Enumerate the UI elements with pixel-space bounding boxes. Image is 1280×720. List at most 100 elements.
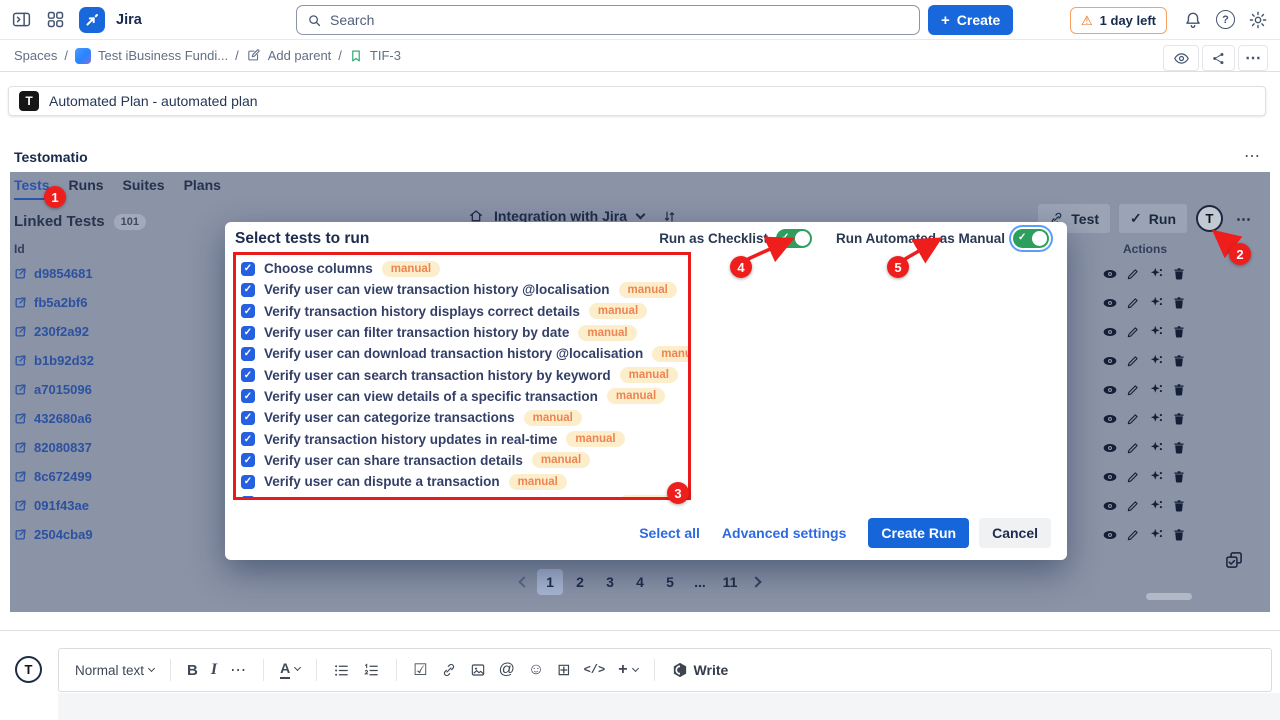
cancel-button[interactable]: Cancel — [979, 518, 1051, 548]
view-eye-icon[interactable] — [1102, 266, 1118, 282]
settings-gear-icon[interactable] — [1248, 10, 1268, 30]
ai-write-button[interactable]: Write — [671, 661, 729, 679]
delete-trash-icon[interactable] — [1172, 325, 1186, 339]
test-id-link[interactable]: b1b92d32 — [14, 353, 94, 368]
bold-button[interactable]: B — [187, 662, 198, 679]
collapse-sidebar-icon[interactable] — [11, 9, 32, 30]
checkbox-checked-icon[interactable]: ✓ — [241, 368, 255, 382]
view-eye-icon[interactable] — [1102, 469, 1118, 485]
horizontal-scrollbar-thumb[interactable] — [1146, 593, 1192, 600]
previous-page-icon[interactable] — [518, 576, 529, 587]
help-icon[interactable]: ? — [1216, 10, 1235, 29]
trial-countdown-badge[interactable]: ⚠ 1 day left — [1070, 7, 1167, 34]
page-number[interactable]: 5 — [657, 569, 683, 595]
checkbox-checked-icon[interactable]: ✓ — [241, 283, 255, 297]
page-number[interactable]: 1 — [537, 569, 563, 595]
view-eye-icon[interactable] — [1102, 440, 1118, 456]
run-automated-as-manual-toggle[interactable]: ✓ — [1013, 229, 1049, 248]
app-switcher-icon[interactable] — [45, 9, 66, 30]
bullet-list-icon[interactable] — [333, 662, 350, 679]
ai-sparkle-icon[interactable] — [1149, 353, 1164, 368]
checkbox-checked-icon[interactable]: ✓ — [241, 496, 255, 500]
test-id-link[interactable]: d9854681 — [14, 266, 93, 281]
create-run-button[interactable]: Create Run — [868, 518, 969, 548]
view-eye-icon[interactable] — [1102, 527, 1118, 543]
text-style-selector[interactable]: Normal text — [75, 663, 154, 678]
edit-pencil-icon[interactable] — [1126, 470, 1140, 484]
delete-trash-icon[interactable] — [1172, 383, 1186, 397]
search-input[interactable] — [330, 12, 909, 28]
checkbox-checked-icon[interactable]: ✓ — [241, 475, 255, 489]
checkbox-checked-icon[interactable]: ✓ — [241, 453, 255, 467]
test-id-link[interactable]: a7015096 — [14, 382, 92, 397]
run-as-checklist-toggle[interactable]: ✓ — [776, 229, 812, 248]
view-eye-icon[interactable] — [1102, 382, 1118, 398]
panel-tab[interactable]: Suites — [123, 177, 165, 200]
page-number[interactable]: 11 — [717, 569, 743, 595]
code-block-icon[interactable]: </> — [584, 663, 606, 677]
insert-link-icon[interactable] — [441, 662, 457, 678]
create-button[interactable]: + Create — [928, 5, 1013, 35]
delete-trash-icon[interactable] — [1172, 296, 1186, 310]
edit-pencil-icon[interactable] — [1126, 354, 1140, 368]
ai-sparkle-icon[interactable] — [1149, 324, 1164, 339]
edit-pencil-icon[interactable] — [1126, 441, 1140, 455]
checkbox-checked-icon[interactable]: ✓ — [241, 389, 255, 403]
task-list-icon[interactable]: ☑ — [413, 660, 427, 680]
test-id-link[interactable]: 230f2a92 — [14, 324, 89, 339]
ai-sparkle-icon[interactable] — [1149, 498, 1164, 513]
delete-trash-icon[interactable] — [1172, 441, 1186, 455]
edit-pencil-icon[interactable] — [1126, 296, 1140, 310]
test-id-link[interactable]: 091f43ae — [14, 498, 89, 513]
checkbox-checked-icon[interactable]: ✓ — [241, 262, 255, 276]
select-all-link[interactable]: Select all — [639, 525, 700, 541]
view-eye-icon[interactable] — [1102, 353, 1118, 369]
more-formatting-icon[interactable]: ⋯ — [230, 660, 247, 680]
emoji-icon[interactable]: ☺ — [528, 661, 544, 679]
edit-pencil-icon[interactable] — [1126, 528, 1140, 542]
delete-trash-icon[interactable] — [1172, 267, 1186, 281]
breadcrumb-issue-key[interactable]: TIF-3 — [370, 48, 401, 63]
edit-pencil-icon[interactable] — [1126, 267, 1140, 281]
ai-sparkle-icon[interactable] — [1149, 469, 1164, 484]
delete-trash-icon[interactable] — [1172, 412, 1186, 426]
delete-trash-icon[interactable] — [1172, 354, 1186, 368]
italic-button[interactable]: I — [211, 661, 217, 679]
insert-more-button[interactable]: + — [618, 661, 637, 679]
jira-logo-icon[interactable] — [79, 7, 105, 33]
delete-trash-icon[interactable] — [1172, 499, 1186, 513]
panel-more-icon[interactable]: ⋯ — [1232, 210, 1256, 228]
checkbox-checked-icon[interactable]: ✓ — [241, 411, 255, 425]
page-number[interactable]: 2 — [567, 569, 593, 595]
insert-image-icon[interactable] — [470, 662, 486, 678]
checkbox-checked-icon[interactable]: ✓ — [241, 326, 255, 340]
view-eye-icon[interactable] — [1102, 411, 1118, 427]
notifications-bell-icon[interactable] — [1183, 10, 1203, 30]
page-number[interactable]: ... — [687, 569, 713, 595]
checkbox-checked-icon[interactable]: ✓ — [241, 347, 255, 361]
test-id-link[interactable]: 2504cba9 — [14, 527, 93, 542]
ai-sparkle-icon[interactable] — [1149, 411, 1164, 426]
breadcrumb-space-name[interactable]: Test iBusiness Fundi... — [98, 48, 228, 63]
breadcrumb-spaces[interactable]: Spaces — [14, 48, 57, 63]
mention-icon[interactable]: @ — [499, 661, 515, 679]
ai-sparkle-icon[interactable] — [1149, 382, 1164, 397]
share-button[interactable] — [1202, 45, 1235, 71]
plan-card[interactable]: T Automated Plan - automated plan — [8, 86, 1266, 116]
edit-pencil-icon[interactable] — [1126, 383, 1140, 397]
breadcrumb-add-parent[interactable]: Add parent — [268, 48, 332, 63]
page-number[interactable]: 4 — [627, 569, 653, 595]
checkbox-checked-icon[interactable]: ✓ — [241, 304, 255, 318]
ai-sparkle-icon[interactable] — [1149, 295, 1164, 310]
insert-table-icon[interactable]: ⊞ — [557, 660, 570, 680]
view-eye-icon[interactable] — [1102, 324, 1118, 340]
ai-sparkle-icon[interactable] — [1149, 440, 1164, 455]
test-id-link[interactable]: 82080837 — [14, 440, 92, 455]
watch-eye-button[interactable] — [1163, 45, 1199, 71]
test-id-link[interactable]: fb5a2bf6 — [14, 295, 87, 310]
test-id-link[interactable]: 432680a6 — [14, 411, 92, 426]
global-search[interactable] — [296, 5, 920, 35]
next-page-icon[interactable] — [750, 576, 761, 587]
edit-pencil-icon[interactable] — [1126, 325, 1140, 339]
edit-pencil-icon[interactable] — [1126, 499, 1140, 513]
